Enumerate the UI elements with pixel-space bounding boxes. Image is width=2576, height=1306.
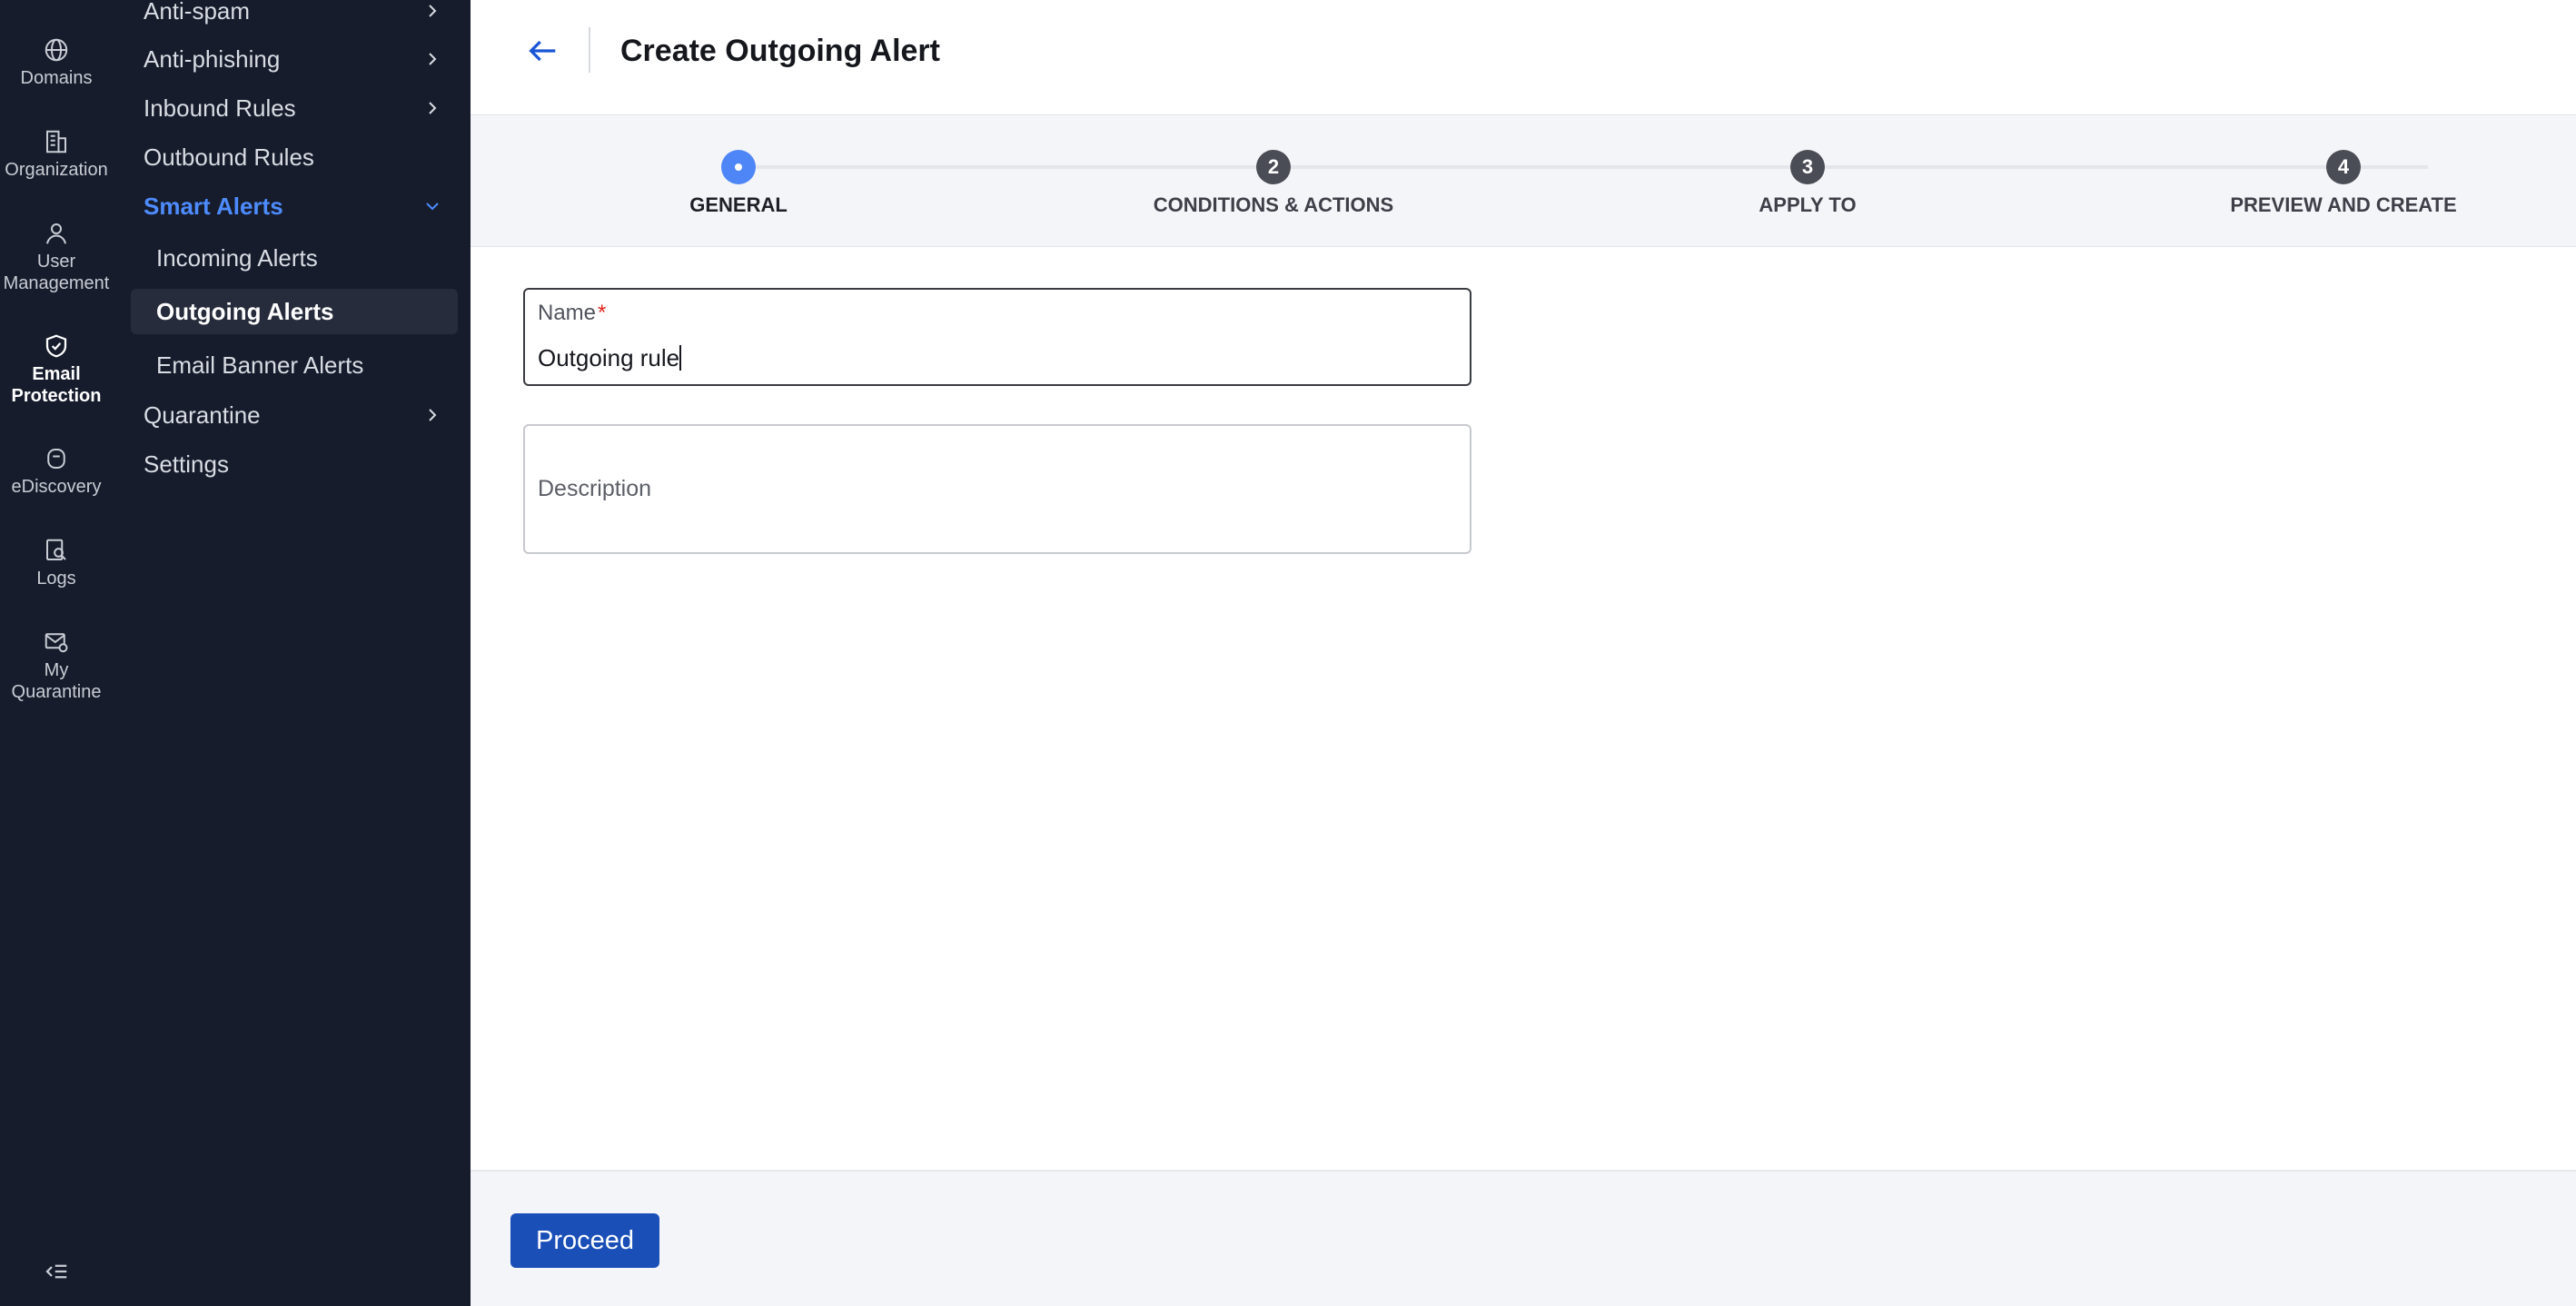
rail-item-ediscovery[interactable]: eDiscovery bbox=[0, 445, 113, 498]
nav-item-settings[interactable]: Settings bbox=[144, 441, 463, 487]
rail-label: Organization bbox=[5, 160, 108, 180]
rail-label: Domains bbox=[20, 68, 93, 88]
nav-label: Outgoing Alerts bbox=[156, 298, 334, 325]
nav-label: Inbound Rules bbox=[144, 94, 296, 122]
step-general[interactable]: GENERAL bbox=[557, 150, 920, 219]
required-marker: * bbox=[598, 301, 607, 325]
nav-item-anti-spam[interactable]: Anti-spam bbox=[144, 0, 463, 34]
nav-item-incoming-alerts[interactable]: Incoming Alerts bbox=[131, 235, 458, 281]
rail-item-domains[interactable]: Domains bbox=[0, 36, 113, 89]
globe-icon bbox=[45, 38, 68, 62]
step-preview-create[interactable]: 4 PREVIEW AND CREATE bbox=[2162, 150, 2525, 219]
text-caret bbox=[679, 345, 682, 371]
name-value: Outgoing rule bbox=[538, 344, 680, 371]
name-label-text: Name bbox=[538, 301, 597, 325]
nav-item-smart-alerts[interactable]: Smart Alerts bbox=[144, 183, 463, 229]
chevron-down-icon bbox=[426, 203, 439, 211]
mail-quarantine-icon bbox=[45, 633, 68, 653]
chevron-right-icon bbox=[429, 409, 437, 421]
description-placeholder: Description bbox=[538, 476, 652, 501]
nav-label: Smart Alerts bbox=[144, 193, 283, 220]
nav-label: Anti-spam bbox=[144, 0, 251, 25]
nav-item-email-banner-alerts[interactable]: Email Banner Alerts bbox=[131, 342, 458, 388]
nav-item-outgoing-alerts[interactable]: Outgoing Alerts bbox=[131, 289, 458, 334]
step-indicator: 4 bbox=[2326, 150, 2361, 184]
stepper: GENERAL 2 CONDITIONS & ACTIONS 3 APPLY T… bbox=[471, 115, 2576, 247]
nav-label: Quarantine bbox=[144, 401, 261, 429]
chevron-right-icon bbox=[429, 53, 437, 65]
nav-item-anti-phishing[interactable]: Anti-phishing bbox=[144, 36, 463, 82]
step-conditions-actions[interactable]: 2 CONDITIONS & ACTIONS bbox=[1092, 150, 1455, 219]
archive-icon bbox=[47, 449, 65, 469]
proceed-button[interactable]: Proceed bbox=[510, 1213, 659, 1268]
header-divider bbox=[589, 27, 590, 73]
main-content: Create Outgoing Alert GENERAL 2 CONDITIO… bbox=[471, 0, 2576, 1306]
rail-label: My Quarantine bbox=[11, 660, 102, 702]
nav-label: Settings bbox=[144, 450, 229, 478]
rail-label: Email Protection bbox=[11, 364, 102, 406]
step-label: PREVIEW AND CREATE bbox=[2230, 193, 2457, 216]
rail-label: Logs bbox=[36, 569, 76, 589]
rail-label: eDiscovery bbox=[11, 477, 102, 497]
page-title: Create Outgoing Alert bbox=[620, 34, 940, 68]
nav-item-inbound-rules[interactable]: Inbound Rules bbox=[144, 85, 463, 131]
step-label: APPLY TO bbox=[1759, 193, 1857, 216]
icon-rail: Domains Organization User Management Ema… bbox=[0, 0, 113, 1306]
step-indicator: 2 bbox=[1256, 150, 1291, 184]
nav-label: Anti-phishing bbox=[144, 45, 281, 73]
chevron-right-icon bbox=[429, 102, 437, 114]
name-input[interactable]: Outgoing rule bbox=[538, 342, 682, 373]
collapse-menu-icon[interactable] bbox=[43, 1258, 70, 1285]
shield-icon bbox=[45, 334, 67, 358]
nav-label: Email Banner Alerts bbox=[156, 351, 364, 379]
description-field[interactable]: Description bbox=[523, 424, 1471, 554]
user-icon bbox=[46, 223, 66, 244]
nav-label: Outbound Rules bbox=[144, 143, 314, 171]
page-header: Create Outgoing Alert bbox=[471, 0, 2576, 115]
rail-item-logs[interactable]: Logs bbox=[0, 537, 113, 589]
rail-item-email-protection[interactable]: Email Protection bbox=[0, 332, 113, 407]
rail-label: User Management bbox=[3, 252, 110, 293]
sub-navigation: Anti-spam Anti-phishing Inbound Rules Ou… bbox=[113, 0, 471, 1306]
step-label: GENERAL bbox=[689, 193, 788, 216]
step-indicator bbox=[721, 150, 756, 184]
chevron-right-icon bbox=[429, 5, 437, 17]
step-label: CONDITIONS & ACTIONS bbox=[1153, 193, 1394, 216]
rail-item-my-quarantine[interactable]: My Quarantine bbox=[0, 628, 113, 703]
arrow-left-icon[interactable] bbox=[525, 33, 561, 69]
step-indicator: 3 bbox=[1790, 150, 1825, 184]
footer-bar: Proceed bbox=[471, 1170, 2576, 1306]
nav-item-quarantine[interactable]: Quarantine bbox=[144, 392, 463, 438]
rail-item-organization[interactable]: Organization bbox=[0, 128, 113, 181]
rail-item-user-management[interactable]: User Management bbox=[0, 220, 113, 294]
nav-label: Incoming Alerts bbox=[156, 244, 318, 272]
name-label: Name* bbox=[538, 299, 606, 328]
building-icon bbox=[46, 130, 66, 153]
name-field[interactable]: Name* Outgoing rule bbox=[523, 288, 1471, 386]
nav-item-outbound-rules[interactable]: Outbound Rules bbox=[144, 134, 463, 180]
step-apply-to[interactable]: 3 APPLY TO bbox=[1626, 150, 1989, 219]
log-search-icon bbox=[46, 539, 66, 560]
